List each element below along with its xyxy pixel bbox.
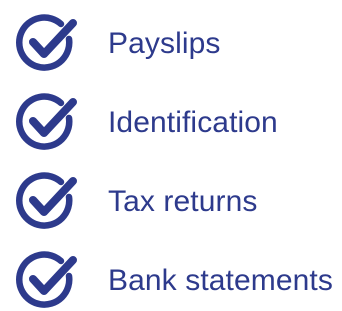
check-circle-icon	[14, 93, 80, 153]
check-circle-ring	[16, 93, 73, 150]
checklist-item-label: Bank statements	[108, 264, 333, 297]
checklist-item-label: Identification	[108, 106, 278, 139]
checklist-item-label: Tax returns	[108, 185, 258, 218]
checklist-item-bank-statements: Bank statements	[14, 251, 333, 311]
check-circle-ring	[16, 251, 73, 308]
document-checklist: Payslips Identification Tax returns Bank…	[0, 0, 342, 309]
checklist-item-label: Payslips	[108, 27, 221, 60]
checklist-item-identification: Identification	[14, 93, 278, 153]
check-circle-ring	[16, 14, 73, 71]
checklist-item-payslips: Payslips	[14, 14, 221, 74]
check-circle-icon	[14, 172, 80, 232]
checklist-item-tax-returns: Tax returns	[14, 172, 258, 232]
check-circle-ring	[16, 172, 73, 229]
check-circle-icon	[14, 251, 80, 311]
check-circle-icon	[14, 14, 80, 74]
